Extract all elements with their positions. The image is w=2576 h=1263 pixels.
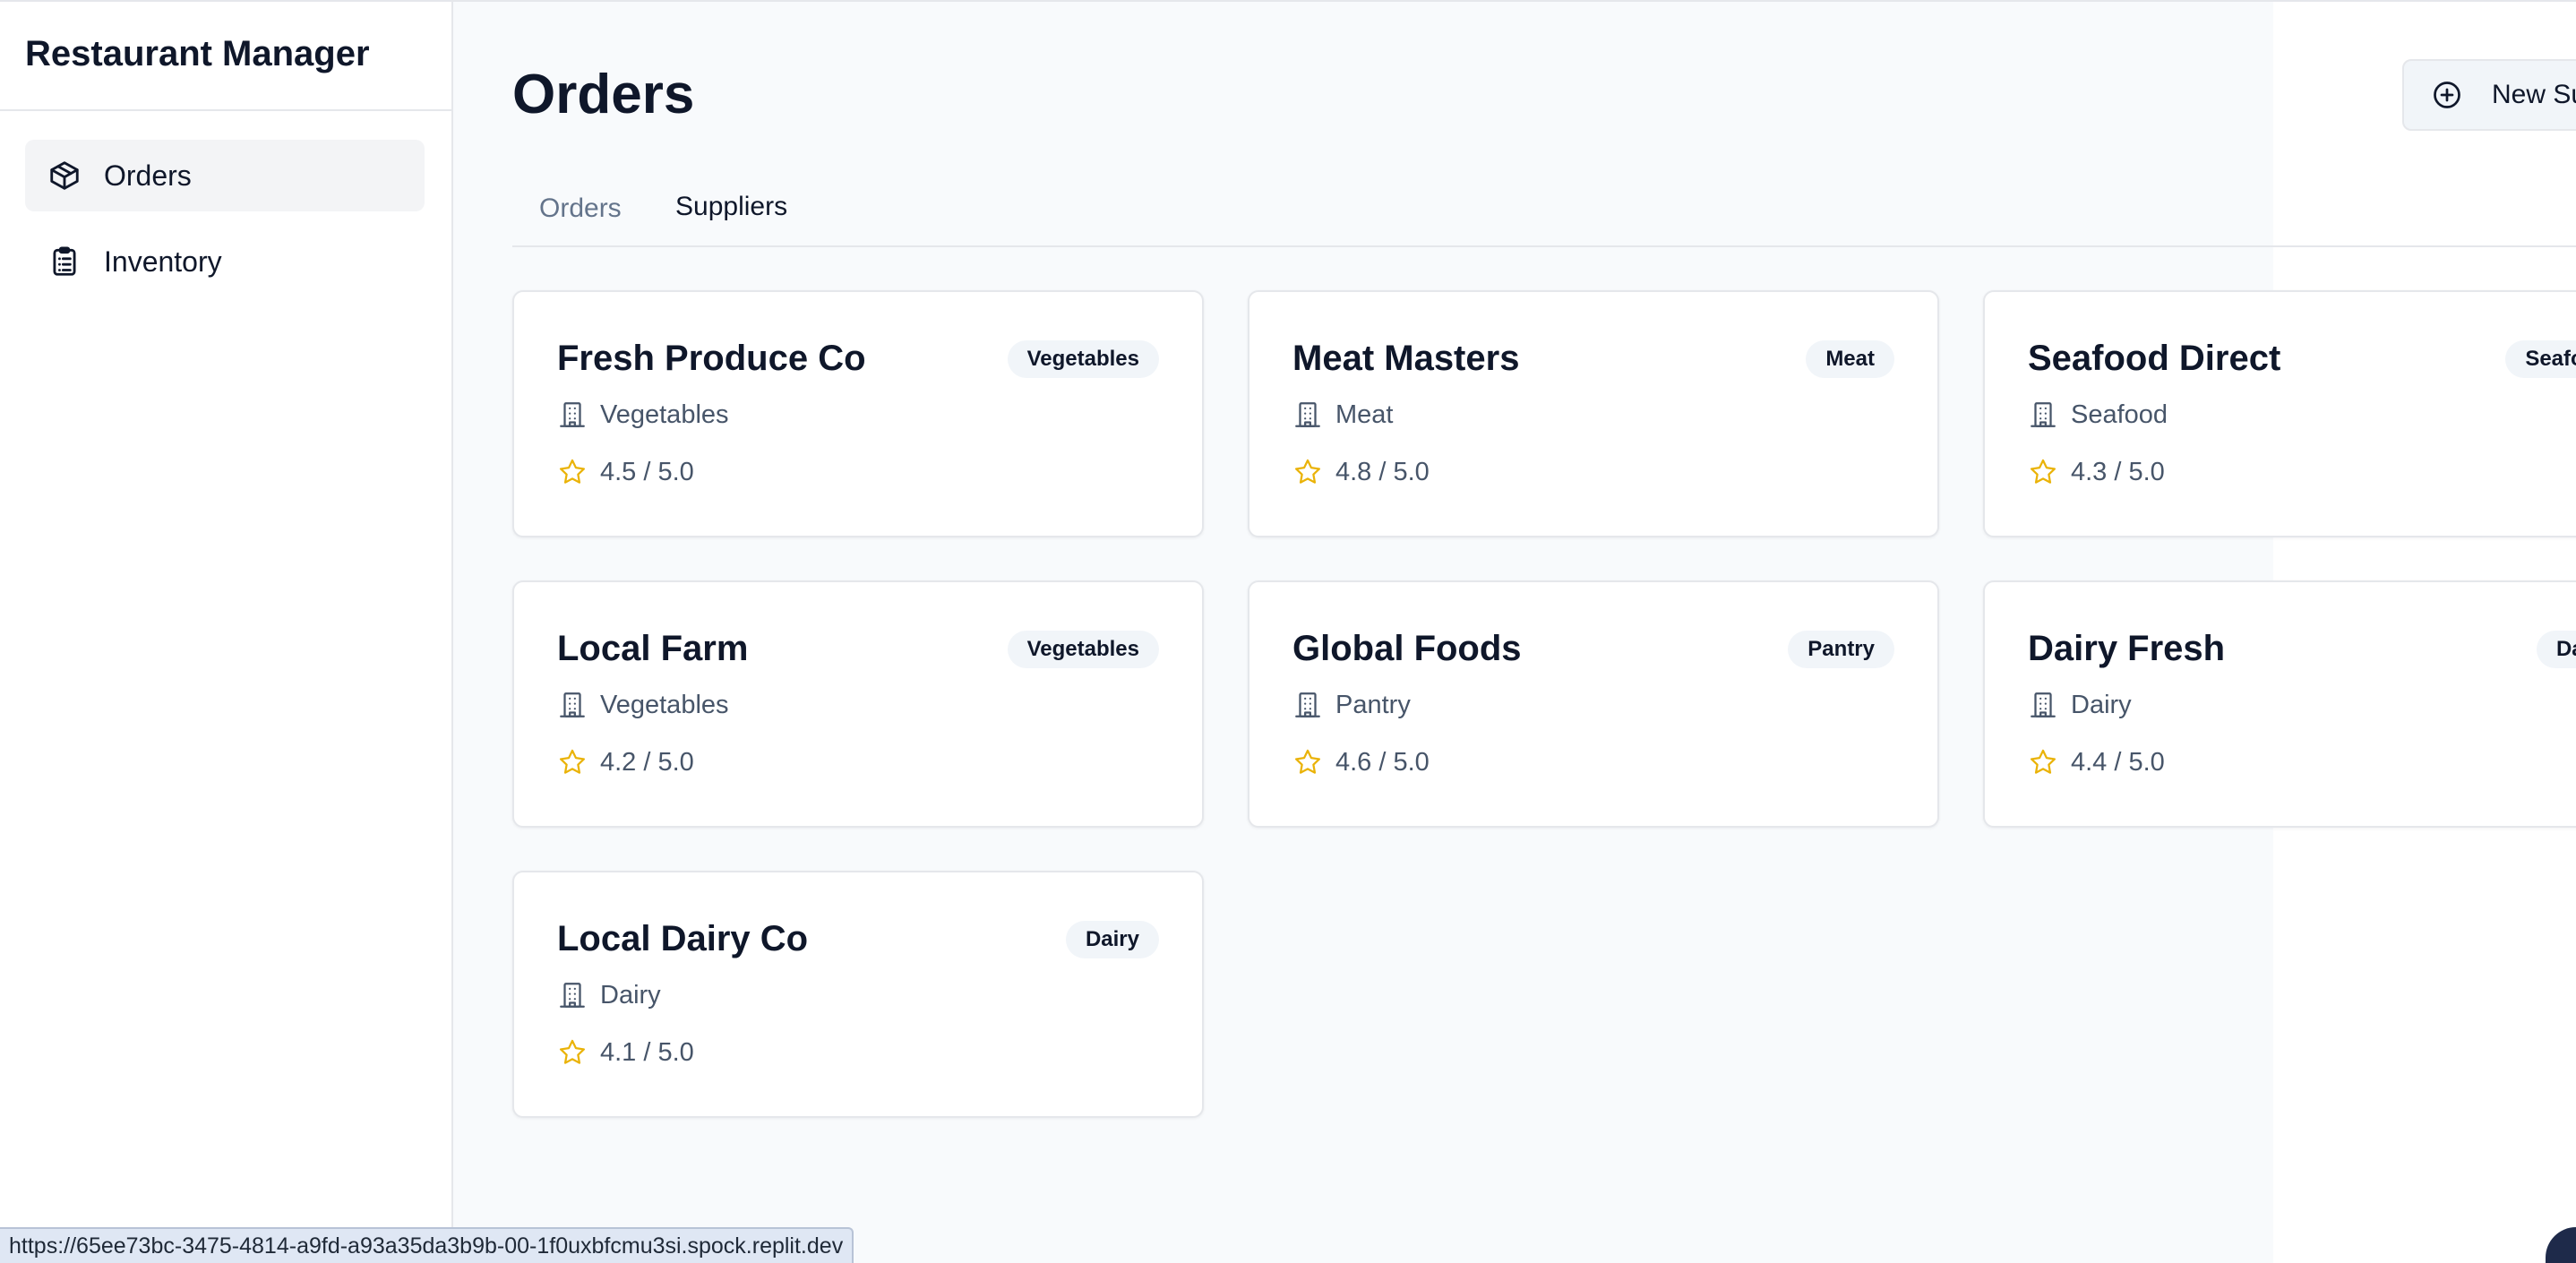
rating-text: 4.5 / 5.0 (600, 457, 694, 486)
supplier-card[interactable]: Seafood Direct Seafood Seafood 4.3 / 5.0 (1983, 290, 2576, 537)
page-title: Orders (512, 64, 695, 125)
star-icon (557, 457, 588, 487)
star-icon (2028, 747, 2058, 778)
category-text: Vegetables (600, 400, 729, 429)
category-badge: Vegetables (1007, 340, 1159, 378)
rating-row: 4.6 / 5.0 (1292, 747, 1430, 778)
category-row: Pantry (1292, 690, 1411, 720)
supplier-name: Meat Masters (1292, 339, 1520, 378)
tab-orders[interactable]: Orders (512, 193, 648, 224)
supplier-card[interactable]: Dairy Fresh Dairy Dairy 4.4 / 5.0 (1983, 580, 2576, 828)
star-icon (557, 1037, 588, 1068)
new-supplier-label: New Supplier (2492, 80, 2576, 109)
supplier-name: Local Farm (557, 629, 749, 668)
supplier-card[interactable]: Fresh Produce Co Vegetables Vegetables 4… (512, 290, 1204, 537)
building-icon (2028, 690, 2058, 720)
rating-row: 4.4 / 5.0 (2028, 747, 2165, 778)
building-icon (1292, 690, 1323, 720)
sidebar-item-label: Inventory (104, 245, 222, 278)
star-icon (557, 747, 588, 778)
supplier-name: Fresh Produce Co (557, 339, 866, 378)
star-icon (1292, 457, 1323, 487)
star-icon (1292, 747, 1323, 778)
building-icon (557, 400, 588, 430)
rating-text: 4.6 / 5.0 (1335, 747, 1430, 777)
sidebar-item-label: Orders (104, 159, 192, 192)
rating-row: 4.8 / 5.0 (1292, 457, 1430, 487)
category-text: Dairy (600, 980, 661, 1010)
supplier-name: Seafood Direct (2028, 339, 2281, 378)
category-row: Dairy (557, 980, 661, 1010)
supplier-card[interactable]: Local Farm Vegetables Vegetables 4.2 / 5… (512, 580, 1204, 828)
category-badge: Pantry (1788, 631, 1894, 668)
category-row: Seafood (2028, 400, 2168, 430)
status-url: https://65ee73bc-3475-4814-a9fd-a93a35da… (0, 1227, 854, 1263)
rating-text: 4.1 / 5.0 (600, 1037, 694, 1067)
supplier-name: Dairy Fresh (2028, 629, 2226, 668)
category-badge: Seafood (2505, 340, 2576, 378)
rating-row: 4.1 / 5.0 (557, 1037, 694, 1068)
plus-circle-icon (2431, 79, 2463, 111)
sidebar-item-inventory[interactable]: Inventory (25, 226, 425, 297)
clipboard-list-icon (47, 244, 82, 279)
category-text: Seafood (2071, 400, 2168, 429)
category-text: Vegetables (600, 690, 729, 719)
supplier-card[interactable]: Local Dairy Co Dairy Dairy 4.1 / 5.0 (512, 871, 1204, 1118)
rating-text: 4.3 / 5.0 (2071, 457, 2165, 486)
building-icon (557, 690, 588, 720)
sidebar: Restaurant Manager Orders Inventory (0, 2, 453, 1263)
category-text: Dairy (2071, 690, 2132, 719)
star-icon (2028, 457, 2058, 487)
category-badge: Dairy (2536, 631, 2576, 668)
supplier-card[interactable]: Meat Masters Meat Meat 4.8 / 5.0 (1248, 290, 1939, 537)
rating-row: 4.3 / 5.0 (2028, 457, 2165, 487)
category-row: Vegetables (557, 400, 729, 430)
building-icon (2028, 400, 2058, 430)
supplier-name: Global Foods (1292, 629, 1522, 668)
building-icon (1292, 400, 1323, 430)
rating-text: 4.8 / 5.0 (1335, 457, 1430, 486)
category-row: Vegetables (557, 690, 729, 720)
tabs: Orders Suppliers (512, 176, 2576, 247)
supplier-card[interactable]: Global Foods Pantry Pantry 4.6 / 5.0 (1248, 580, 1939, 828)
category-badge: Dairy (1065, 921, 1159, 958)
rating-row: 4.5 / 5.0 (557, 457, 694, 487)
category-badge: Vegetables (1007, 631, 1159, 668)
app-title: Restaurant Manager (25, 34, 370, 73)
package-icon (47, 158, 82, 193)
tab-suppliers[interactable]: Suppliers (648, 192, 814, 222)
new-supplier-button[interactable]: New Supplier (2402, 59, 2576, 131)
category-text: Meat (1335, 400, 1394, 429)
sidebar-item-orders[interactable]: Orders (25, 140, 425, 211)
category-row: Dairy (2028, 690, 2132, 720)
supplier-name: Local Dairy Co (557, 919, 809, 958)
building-icon (557, 980, 588, 1010)
rating-text: 4.2 / 5.0 (600, 747, 694, 777)
category-row: Meat (1292, 400, 1393, 430)
rating-text: 4.4 / 5.0 (2071, 747, 2165, 777)
rating-row: 4.2 / 5.0 (557, 747, 694, 778)
sidebar-divider (0, 109, 451, 111)
category-text: Pantry (1335, 690, 1411, 719)
tab-indicator (648, 245, 792, 247)
category-badge: Meat (1806, 340, 1894, 378)
